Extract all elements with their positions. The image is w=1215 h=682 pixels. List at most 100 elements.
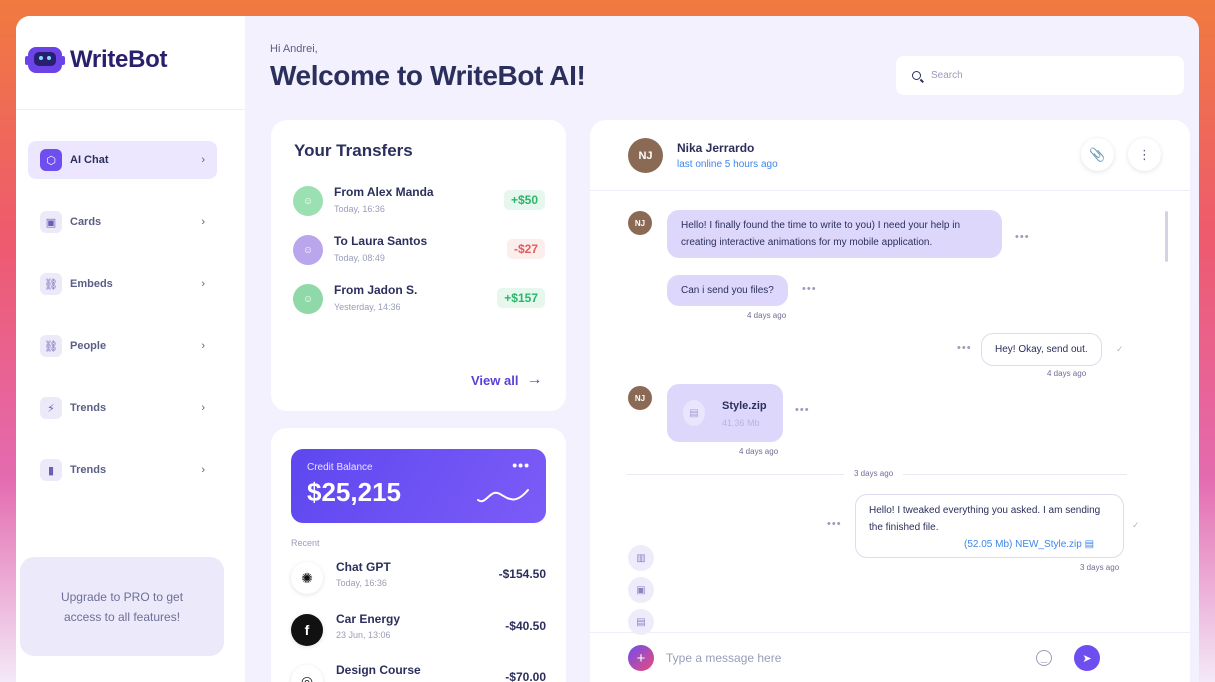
attach-button[interactable]: 📎 [1081, 138, 1114, 171]
contact-name: Nika Jerrardo [677, 141, 755, 155]
more-options-button[interactable]: ⋮ [1128, 138, 1161, 171]
message-bubble[interactable]: Hey! Okay, send out. [981, 333, 1102, 366]
page-title: Welcome to WriteBot AI! [270, 60, 586, 91]
recent-name: Chat GPT [336, 560, 391, 574]
message-time: 4 days ago [747, 311, 787, 320]
sidebar-item-embeds[interactable]: ⛓ Embeds › [28, 265, 217, 303]
arrow-right-icon: → [526, 371, 543, 388]
message-time: 4 days ago [1047, 369, 1087, 378]
search-input[interactable]: Search [931, 70, 963, 81]
send-button[interactable]: ➤ [1074, 645, 1100, 671]
search-box[interactable]: Search [896, 56, 1184, 95]
transfers-card: Your Transfers ☺ From Alex Manda Today, … [271, 120, 566, 411]
chevron-right-icon: › [201, 340, 205, 352]
chevron-right-icon: › [201, 278, 205, 290]
sidebar-item-label: Cards [70, 216, 102, 228]
facebook-icon: f [291, 614, 323, 646]
attachment-link[interactable]: (52.05 Mb) NEW_Style.zip ▤ [869, 536, 1110, 553]
image-icon: ▣ [636, 584, 646, 596]
message-options-icon[interactable]: ••• [795, 404, 810, 416]
recent-row[interactable]: ◎ Design Course -$70.00 [291, 663, 546, 682]
message-options-icon[interactable]: ••• [827, 518, 842, 530]
video-button[interactable]: ▥ [628, 545, 654, 571]
sidebar-item-label: Embeds [70, 278, 113, 290]
send-icon: ➤ [1082, 652, 1092, 665]
recent-amount: -$70.00 [505, 670, 546, 682]
check-icon: ✓ [1132, 520, 1140, 530]
sidebar-item-ai-chat[interactable]: ⬡ AI Chat › [28, 141, 217, 179]
message-options-icon[interactable]: ••• [1015, 231, 1030, 243]
wave-icon [477, 489, 529, 503]
file-size: 41.36 Mb [722, 418, 760, 428]
day-separator: 3 days ago [844, 469, 904, 478]
transfer-name: From Jadon S. [334, 283, 418, 297]
emoji-button[interactable]: ‿ [1036, 650, 1052, 666]
scrollbar[interactable] [1165, 211, 1168, 262]
chat-divider [590, 190, 1190, 191]
logo[interactable]: WriteBot [25, 46, 168, 74]
robot-logo-icon [25, 47, 65, 73]
sidebar-item-label: AI Chat [70, 154, 109, 166]
search-icon [912, 71, 921, 80]
message-input[interactable] [666, 647, 1026, 669]
transfer-name: To Laura Santos [334, 234, 428, 248]
recent-name: Car Energy [336, 612, 401, 626]
sidebar-item-label: Trends [70, 402, 107, 414]
instagram-icon: ◎ [291, 665, 323, 682]
avatar: ☺ [293, 235, 323, 265]
message-bubble[interactable]: Can i send you files? [667, 275, 788, 306]
greeting: Hi Andrei, [270, 43, 318, 55]
message-bubble[interactable]: Hello! I finally found the time to write… [667, 210, 1002, 258]
balance-card: Credit Balance $25,215 ••• Recent ✺ Chat… [271, 428, 566, 682]
chevron-right-icon: › [201, 154, 205, 166]
sidebar-item-label: Trends [70, 464, 107, 476]
logo-text: WriteBot [70, 46, 168, 73]
sidebar-item-trends[interactable]: ⚡ Trends › [28, 389, 217, 427]
chat-icon: ⬡ [40, 149, 62, 171]
transfer-amount: +$157 [497, 288, 545, 308]
credit-card[interactable]: Credit Balance $25,215 ••• [291, 449, 546, 523]
document-icon: ▤ [636, 616, 646, 628]
openai-icon: ✺ [291, 562, 323, 594]
message-time: 4 days ago [739, 447, 779, 456]
bolt-icon: ⚡ [40, 397, 62, 419]
add-button[interactable]: + [628, 645, 654, 671]
more-vertical-icon: ⋮ [1138, 146, 1151, 162]
message-options-icon[interactable]: ••• [802, 283, 817, 295]
image-button[interactable]: ▣ [628, 577, 654, 603]
contact-status: last online 5 hours ago [677, 159, 778, 170]
file-name: Style.zip [722, 400, 767, 412]
credit-label: Credit Balance [307, 462, 373, 473]
avatar: ☺ [293, 284, 323, 314]
more-icon[interactable]: ••• [512, 457, 530, 473]
avatar: NJ [628, 386, 652, 410]
transfer-time: Yesterday, 14:36 [334, 302, 401, 312]
transfer-row[interactable]: ☺ To Laura Santos Today, 08:49 -$27 [293, 233, 545, 267]
bar-chart-icon: ▮ [40, 459, 62, 481]
recent-row[interactable]: f Car Energy 23 Jun, 13:06 -$40.50 [291, 612, 546, 646]
transfer-row[interactable]: ☺ From Jadon S. Yesterday, 14:36 +$157 [293, 282, 545, 316]
sidebar: WriteBot ⬡ AI Chat › ▣ Cards › ⛓ Embeds … [16, 16, 245, 682]
check-icon: ✓ [1116, 344, 1124, 354]
avatar: NJ [628, 211, 652, 235]
sidebar-item-trends-chart[interactable]: ▮ Trends › [28, 451, 217, 489]
message-time: 3 days ago [1080, 563, 1120, 572]
sidebar-item-cards[interactable]: ▣ Cards › [28, 203, 217, 241]
message-bubble[interactable]: Hello! I tweaked everything you asked. I… [855, 494, 1124, 558]
message-options-icon[interactable]: ••• [957, 342, 972, 354]
upgrade-banner[interactable]: Upgrade to PRO to get access to all feat… [20, 557, 224, 656]
sidebar-divider [16, 109, 245, 110]
recent-amount: -$154.50 [498, 567, 546, 581]
sidebar-item-people[interactable]: ⛓ People › [28, 327, 217, 365]
contact-avatar[interactable]: NJ [628, 138, 663, 173]
transfer-time: Today, 08:49 [334, 253, 385, 263]
recent-row[interactable]: ✺ Chat GPT Today, 16:36 -$154.50 [291, 560, 546, 594]
upgrade-text: Upgrade to PRO to get access to all feat… [60, 589, 184, 624]
smiley-icon: ‿ [1040, 653, 1048, 663]
file-message[interactable]: ▤ Style.zip 41.36 Mb [667, 384, 783, 442]
image-icon: ▣ [40, 211, 62, 233]
view-all-link[interactable]: View all → [471, 371, 542, 389]
recent-time: Today, 16:36 [336, 578, 387, 588]
transfers-title: Your Transfers [294, 141, 413, 160]
transfer-row[interactable]: ☺ From Alex Manda Today, 16:36 +$50 [293, 184, 545, 218]
